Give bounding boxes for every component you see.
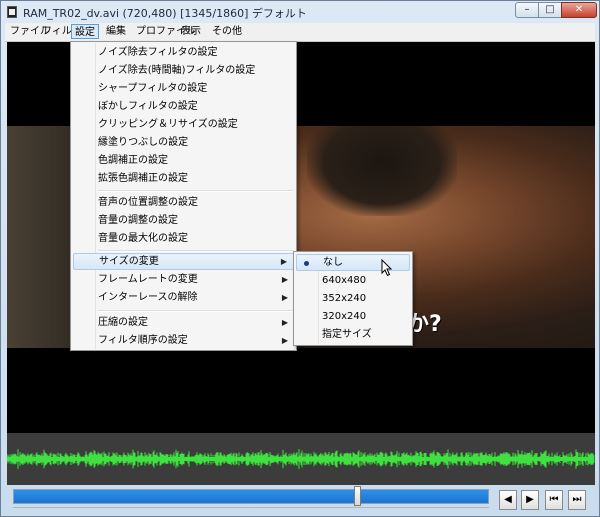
film-icon <box>7 6 17 18</box>
menu-other[interactable]: その他 <box>209 24 245 39</box>
menu-item-size-change[interactable]: サイズの変更 ▶ <box>73 253 294 270</box>
submenu-arrow-icon: ▶ <box>281 275 288 284</box>
submenu-arrow-icon: ▶ <box>281 318 288 327</box>
size-option-320x240[interactable]: 320x240 <box>296 308 410 325</box>
first-frame-button[interactable]: ⏮ <box>545 490 563 510</box>
next-frame-button[interactable]: ▶ <box>521 490 539 510</box>
menu-item-extended-color-correction[interactable]: 拡張色調補正の設定 <box>73 170 294 187</box>
menu-item-sharpen-filter[interactable]: シャープフィルタの設定 <box>73 80 294 97</box>
maximize-button[interactable]: □ <box>538 2 562 18</box>
frame-detail <box>307 126 457 216</box>
window-title: RAM_TR02_dv.avi (720,480) [1345/1860] デフ… <box>23 7 307 20</box>
last-frame-button[interactable]: ⏭ <box>568 490 586 510</box>
minimize-button[interactable]: – <box>515 2 539 18</box>
app-window: RAM_TR02_dv.avi (720,480) [1345/1860] デフ… <box>0 0 600 517</box>
audio-waveform <box>7 449 595 469</box>
menu-bar: ファイル フィルタ 設定 編集 プロファイル 表示 その他 <box>5 23 595 42</box>
menu-item-label: フレームレートの変更 <box>98 274 198 285</box>
radio-selected-icon <box>304 261 309 266</box>
seek-bar[interactable] <box>7 486 491 514</box>
menu-edit[interactable]: 編集 <box>103 24 129 39</box>
seek-ticks <box>13 507 489 512</box>
size-option-label: なし <box>323 257 343 268</box>
menu-item-framerate-change[interactable]: フレームレートの変更 ▶ <box>73 271 294 288</box>
menu-item-border-fill[interactable]: 縁塗りつぶしの設定 <box>73 134 294 151</box>
menu-item-blur-filter[interactable]: ぼかしフィルタの設定 <box>73 98 294 115</box>
menu-item-label: 圧縮の設定 <box>98 317 148 328</box>
menu-settings[interactable]: 設定 <box>71 24 99 39</box>
audio-waveform-panel <box>7 433 595 485</box>
menu-item-volume-adjust[interactable]: 音量の調整の設定 <box>73 212 294 229</box>
close-button[interactable]: ✕ <box>561 2 597 18</box>
seek-thumb[interactable] <box>354 486 362 506</box>
submenu-arrow-icon: ▶ <box>280 257 287 266</box>
menu-item-volume-maximize[interactable]: 音量の最大化の設定 <box>73 230 294 247</box>
menu-item-deinterlace[interactable]: インターレースの解除 ▶ <box>73 289 294 306</box>
menu-item-clipping-resize[interactable]: クリッピング＆リサイズの設定 <box>73 116 294 133</box>
menu-item-label: インターレースの解除 <box>98 292 198 303</box>
seek-track[interactable] <box>13 489 489 504</box>
size-submenu: なし 640x480 352x240 320x240 指定サイズ <box>293 251 413 346</box>
menu-separator <box>98 310 293 312</box>
title-bar[interactable]: RAM_TR02_dv.avi (720,480) [1345/1860] デフ… <box>1 1 599 23</box>
menu-view[interactable]: 表示 <box>178 24 204 39</box>
size-option-custom[interactable]: 指定サイズ <box>296 326 410 343</box>
menu-item-temporal-noise-filter[interactable]: ノイズ除去(時間軸)フィルタの設定 <box>73 62 294 79</box>
mouse-cursor-icon <box>381 259 393 277</box>
menu-item-label: サイズの変更 <box>99 256 159 267</box>
menu-separator <box>98 250 293 252</box>
menu-item-label: フィルタ順序の設定 <box>98 335 188 346</box>
menu-item-compression[interactable]: 圧縮の設定 ▶ <box>73 314 294 331</box>
menu-item-noise-filter[interactable]: ノイズ除去フィルタの設定 <box>73 44 294 61</box>
menu-item-color-correction[interactable]: 色調補正の設定 <box>73 152 294 169</box>
prev-frame-button[interactable]: ◀ <box>499 490 517 510</box>
menu-item-filter-order[interactable]: フィルタ順序の設定 ▶ <box>73 332 294 349</box>
menu-item-audio-position[interactable]: 音声の位置調整の設定 <box>73 194 294 211</box>
menu-separator <box>98 190 293 192</box>
submenu-arrow-icon: ▶ <box>281 293 288 302</box>
waveform-path <box>7 449 595 469</box>
submenu-arrow-icon: ▶ <box>281 336 288 345</box>
settings-dropdown: ノイズ除去フィルタの設定 ノイズ除去(時間軸)フィルタの設定 シャープフィルタの… <box>70 41 297 351</box>
size-option-352x240[interactable]: 352x240 <box>296 290 410 307</box>
